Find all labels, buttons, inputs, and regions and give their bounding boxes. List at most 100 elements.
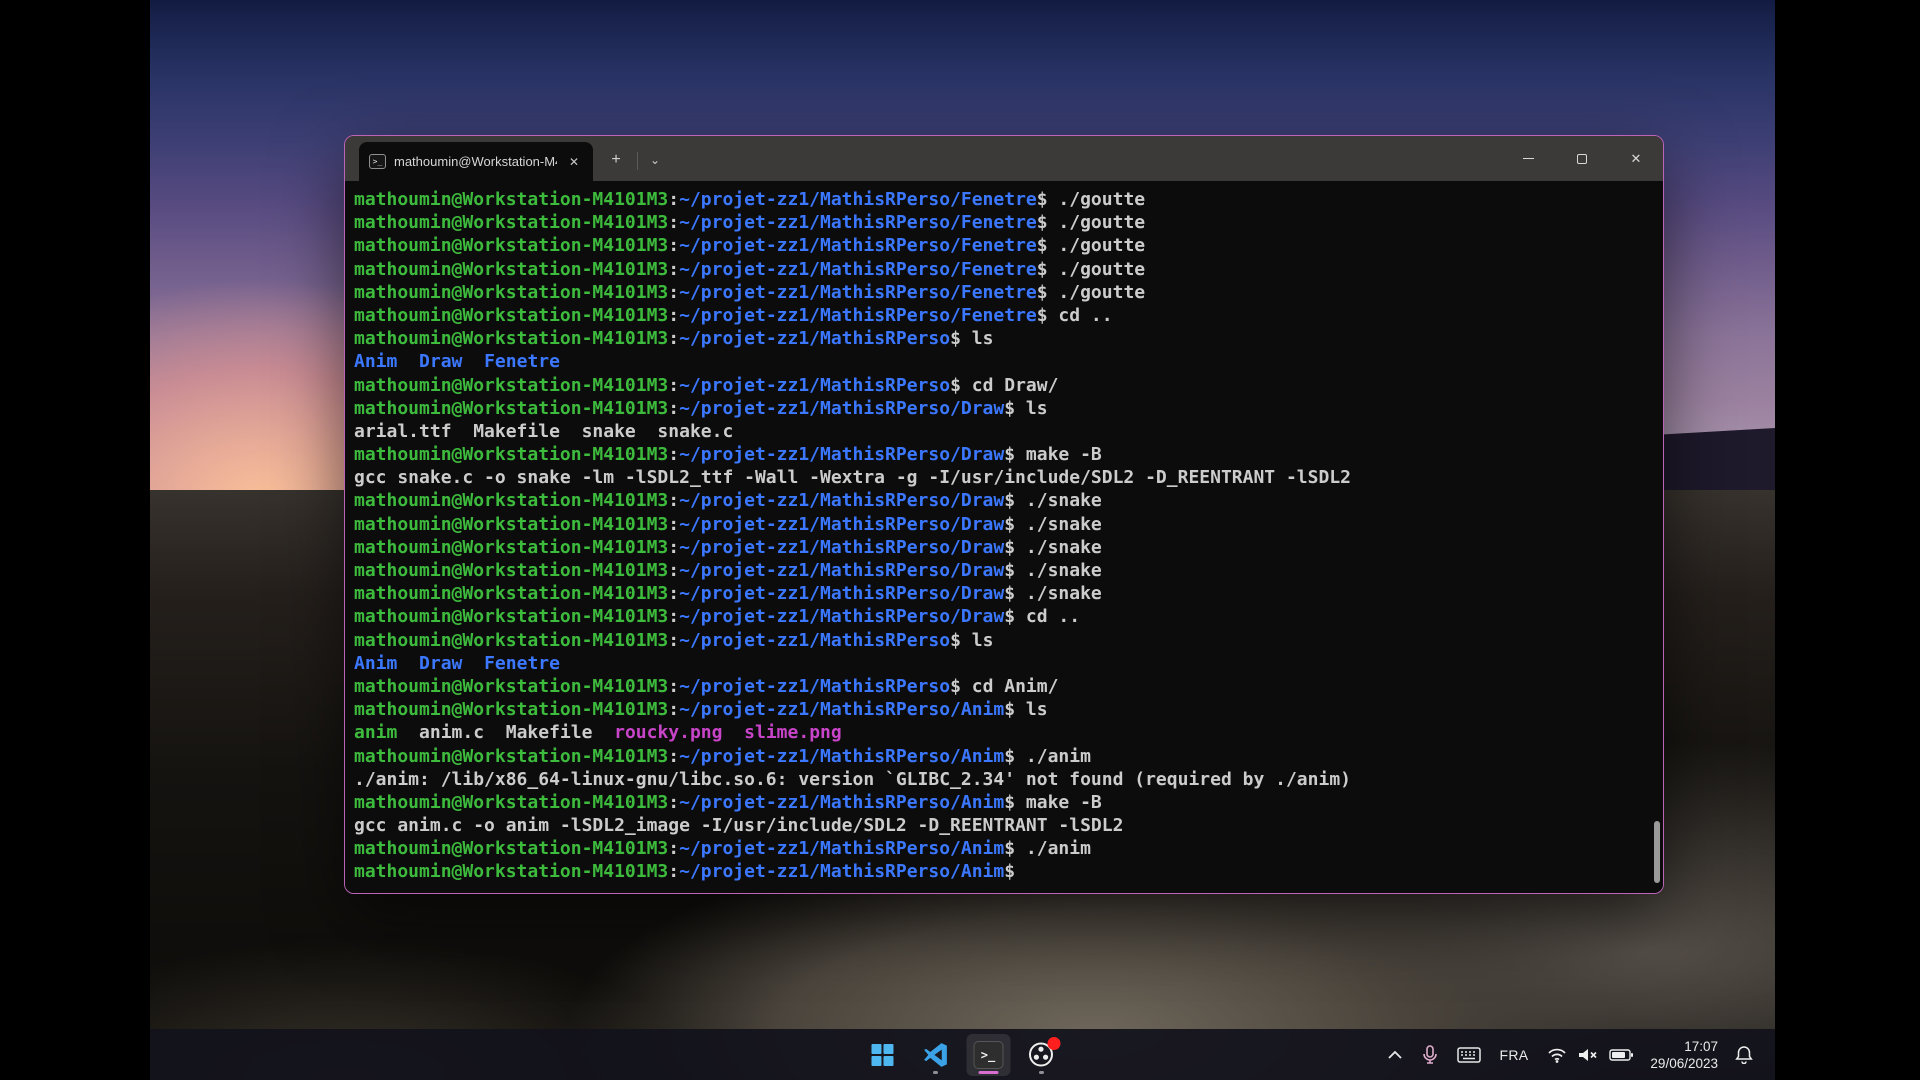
terminal-line: gcc anim.c -o anim -lSDL2_image -I/usr/i… xyxy=(354,814,1663,837)
terminal-text-segment: $ make -B xyxy=(1004,444,1102,466)
terminal-line: mathoumin@Workstation-M4101M3:~/projet-z… xyxy=(354,489,1663,512)
terminal-line: mathoumin@Workstation-M4101M3:~/projet-z… xyxy=(354,629,1663,652)
minimize-icon xyxy=(1522,158,1534,159)
terminal-text-segment: Fenetre xyxy=(484,652,560,674)
terminal-active-indicator xyxy=(977,1070,998,1074)
chevron-up-icon xyxy=(1387,1050,1402,1059)
battery-icon xyxy=(1609,1048,1634,1061)
terminal-text-segment: mathoumin@Workstation-M4101M3 xyxy=(354,791,669,813)
terminal-line: mathoumin@Workstation-M4101M3:~/projet-z… xyxy=(354,304,1663,327)
terminal-text-segment: slime.png xyxy=(744,722,842,744)
terminal-text-segment: $ cd Draw/ xyxy=(950,374,1059,396)
terminal-text-segment: : xyxy=(668,212,680,234)
tray-chevron-button[interactable] xyxy=(1385,1038,1405,1072)
wifi-icon xyxy=(1548,1048,1567,1063)
maximize-button[interactable] xyxy=(1555,136,1609,181)
language-indicator[interactable]: FRA xyxy=(1498,1038,1531,1072)
terminal-text-segment: mathoumin@Workstation-M4101M3 xyxy=(354,304,669,326)
tab-close-icon[interactable]: ✕ xyxy=(565,153,583,171)
vscode-icon xyxy=(923,1042,947,1067)
terminal-text-segment: ~/projet-zz1/MathisRPerso/Draw xyxy=(679,606,1005,628)
terminal-text-segment: : xyxy=(668,235,680,257)
microphone-tray-button[interactable] xyxy=(1420,1038,1440,1072)
terminal-line: Anim Draw Fenetre xyxy=(354,350,1663,373)
terminal-line: mathoumin@Workstation-M4101M3:~/projet-z… xyxy=(354,281,1663,304)
terminal-line: mathoumin@Workstation-M4101M3:~/projet-z… xyxy=(354,837,1663,860)
terminal-line: mathoumin@Workstation-M4101M3:~/projet-z… xyxy=(354,234,1663,257)
terminal-text-segment: : xyxy=(668,861,680,883)
terminal-text-segment: $ xyxy=(1004,861,1016,883)
tab-dropdown-button[interactable]: ⌄ xyxy=(640,146,670,176)
terminal-text-segment: mathoumin@Workstation-M4101M3 xyxy=(354,699,669,721)
terminal-text-segment: ~/projet-zz1/MathisRPerso/Anim xyxy=(679,838,1005,860)
terminal-titlebar[interactable]: >_ mathoumin@Workstation-M4 ✕ + ⌄ ✕ xyxy=(345,136,1663,181)
terminal-tab[interactable]: >_ mathoumin@Workstation-M4 ✕ xyxy=(359,142,593,181)
new-tab-button[interactable]: + xyxy=(601,146,631,176)
titlebar-divider xyxy=(637,152,638,170)
minimize-button[interactable] xyxy=(1501,136,1555,181)
terminal-text-segment: ~/projet-zz1/MathisRPerso xyxy=(679,328,951,350)
terminal-text-segment: : xyxy=(668,258,680,280)
terminal-text-segment: $ ls xyxy=(950,629,994,651)
terminal-line: mathoumin@Workstation-M4101M3:~/projet-z… xyxy=(354,374,1663,397)
terminal-line: mathoumin@Workstation-M4101M3:~/projet-z… xyxy=(354,211,1663,234)
terminal-text-segment: $ ./anim xyxy=(1004,838,1091,860)
terminal-text-segment: : xyxy=(668,281,680,303)
vscode-running-indicator xyxy=(932,1070,938,1074)
close-button[interactable]: ✕ xyxy=(1609,136,1663,181)
terminal-line: mathoumin@Workstation-M4101M3:~/projet-z… xyxy=(354,397,1663,420)
terminal-line: Anim Draw Fenetre xyxy=(354,652,1663,675)
terminal-taskbar-button[interactable]: >_ xyxy=(965,1033,1010,1076)
terminal-text-segment: : xyxy=(668,189,680,210)
terminal-text-segment: $ ./goutte xyxy=(1036,189,1146,210)
terminal-text-segment: ./anim: /lib/x86_64-linux-gnu/libc.so.6:… xyxy=(354,768,1351,790)
terminal-line: ./anim: /lib/x86_64-linux-gnu/libc.so.6:… xyxy=(354,768,1663,791)
obs-button[interactable] xyxy=(1019,1034,1063,1076)
notification-center-button[interactable] xyxy=(1733,1038,1755,1072)
terminal-window: >_ mathoumin@Workstation-M4 ✕ + ⌄ ✕ math… xyxy=(344,135,1664,894)
terminal-text-segment: Draw xyxy=(419,652,463,674)
terminal-content[interactable]: mathoumin@Workstation-M4101M3:~/projet-z… xyxy=(345,181,1663,893)
terminal-line: mathoumin@Workstation-M4101M3:~/projet-z… xyxy=(354,188,1663,211)
terminal-text-segment: mathoumin@Workstation-M4101M3 xyxy=(354,675,669,697)
terminal-text-segment: ~/projet-zz1/MathisRPerso/Draw xyxy=(679,583,1005,605)
terminal-scrollbar-thumb[interactable] xyxy=(1654,821,1660,883)
clock[interactable]: 17:07 29/06/2023 xyxy=(1650,1038,1718,1072)
obs-running-indicator xyxy=(1038,1070,1044,1074)
terminal-text-segment: roucky.png xyxy=(614,722,723,744)
terminal-text-segment: ~/projet-zz1/MathisRPerso/Anim xyxy=(679,791,1005,813)
terminal-text-segment: mathoumin@Workstation-M4101M3 xyxy=(354,560,669,581)
clock-time: 17:07 xyxy=(1684,1038,1718,1054)
terminal-text-segment: ~/projet-zz1/MathisRPerso/Draw xyxy=(679,444,1005,466)
terminal-text-segment: anim.c Makefile xyxy=(397,722,615,744)
terminal-text-segment: $ ./snake xyxy=(1004,560,1102,581)
terminal-text-segment: : xyxy=(668,745,680,767)
terminal-text-segment: mathoumin@Workstation-M4101M3 xyxy=(354,490,669,512)
terminal-text-segment: : xyxy=(668,560,680,581)
terminal-text-segment: $ ./goutte xyxy=(1036,235,1146,257)
terminal-text-segment: : xyxy=(668,791,680,813)
terminal-text-segment: mathoumin@Workstation-M4101M3 xyxy=(354,606,669,628)
terminal-text-segment: : xyxy=(668,583,680,605)
terminal-text-segment: ~/projet-zz1/MathisRPerso/Draw xyxy=(679,397,1005,419)
terminal-text-segment: Draw xyxy=(419,351,463,373)
terminal-text-segment: : xyxy=(668,490,680,512)
terminal-line: mathoumin@Workstation-M4101M3:~/projet-z… xyxy=(354,698,1663,721)
terminal-text-segment: : xyxy=(668,536,680,558)
touch-keyboard-button[interactable] xyxy=(1455,1038,1483,1072)
system-tray: FRA 17:07 29/06/2023 xyxy=(1385,1029,1775,1080)
terminal-text-segment: ~/projet-zz1/MathisRPerso/Draw xyxy=(679,536,1005,558)
terminal-text-segment: ~/projet-zz1/MathisRPerso/Draw xyxy=(679,490,1005,512)
network-volume-battery-group[interactable] xyxy=(1545,1038,1635,1072)
terminal-text-segment: mathoumin@Workstation-M4101M3 xyxy=(354,513,669,535)
vscode-button[interactable] xyxy=(913,1034,957,1076)
terminal-text-segment: mathoumin@Workstation-M4101M3 xyxy=(354,281,669,303)
start-button[interactable] xyxy=(860,1034,904,1076)
terminal-text-segment: ~/projet-zz1/MathisRPerso/Anim xyxy=(679,699,1005,721)
terminal-text-segment: ~/projet-zz1/MathisRPerso/Fenetre xyxy=(679,304,1037,326)
terminal-text-segment: ~/projet-zz1/MathisRPerso/Fenetre xyxy=(679,212,1037,234)
terminal-text-segment: : xyxy=(668,374,680,396)
microphone-icon xyxy=(1422,1044,1437,1064)
terminal-text-segment: ~/projet-zz1/MathisRPerso/Draw xyxy=(679,513,1005,535)
